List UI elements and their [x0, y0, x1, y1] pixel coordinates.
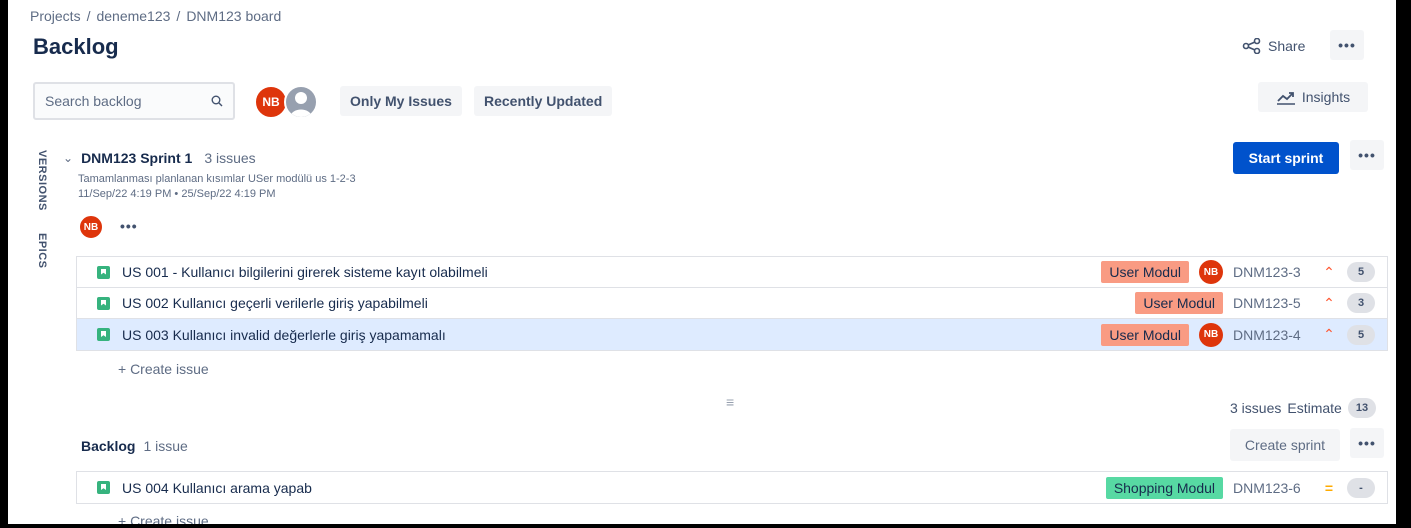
start-sprint-button[interactable]: Start sprint	[1233, 142, 1339, 174]
sprint-dates: 11/Sep/22 4:19 PM • 25/Sep/22 4:19 PM	[78, 188, 276, 200]
drag-handle-icon[interactable]: ≡	[726, 394, 734, 410]
priority-medium-icon: =	[1324, 479, 1334, 496]
backlog-page: Projects / deneme123 / DNM123 board Backlog …	[8, 0, 1396, 524]
create-sprint-button[interactable]: Create sprint	[1230, 429, 1340, 461]
epic-label[interactable]: User Modul	[1101, 323, 1189, 346]
issue-key[interactable]: DNM123-5	[1233, 295, 1311, 311]
search-input[interactable]	[45, 93, 195, 109]
create-issue-button[interactable]: + Create issue	[118, 513, 209, 524]
avatar-filter-unassigned[interactable]	[284, 85, 318, 119]
assignee-avatar[interactable]: NB	[1199, 260, 1223, 284]
backlog-issue-count: 1 issue	[143, 438, 188, 454]
breadcrumb-separator: /	[86, 8, 91, 24]
breadcrumb-projects[interactable]: Projects	[30, 8, 81, 24]
sprint-name: DNM123 Sprint 1	[81, 150, 193, 166]
create-issue-button[interactable]: + Create issue	[118, 361, 209, 377]
sprint-issue-list: US 001 - Kullanıcı bilgilerini girerek s…	[76, 256, 1388, 351]
backlog-more-button[interactable]: •••	[1350, 428, 1384, 458]
priority-high-icon: ⌃	[1323, 263, 1335, 280]
side-tab-versions[interactable]: VERSIONS	[36, 150, 48, 211]
side-tab-epics[interactable]: EPICS	[36, 233, 48, 269]
sprint-footer: 3 issues Estimate 13	[1230, 398, 1377, 418]
more-actions-button[interactable]: •••	[1330, 30, 1364, 60]
sprint-more-button[interactable]: •••	[1350, 140, 1384, 170]
user-icon	[290, 92, 312, 117]
share-label: Share	[1268, 38, 1306, 54]
story-icon	[97, 265, 110, 279]
sprint-footer-estimate-label: Estimate	[1287, 400, 1342, 416]
story-icon	[97, 296, 110, 310]
share-icon	[1242, 38, 1261, 54]
filter-only-my-issues[interactable]: Only My Issues	[340, 86, 462, 116]
backlog-header: Backlog 1 issue	[81, 438, 188, 454]
story-points[interactable]: -	[1347, 477, 1375, 498]
issue-summary: US 004 Kullanıcı arama yapab	[122, 479, 312, 496]
priority-high-icon: ⌃	[1323, 326, 1335, 342]
insights-icon	[1276, 92, 1295, 105]
issue-key[interactable]: DNM123-3	[1233, 264, 1311, 280]
insights-label: Insights	[1301, 89, 1351, 105]
search-box[interactable]	[33, 82, 235, 120]
breadcrumb-project[interactable]: deneme123	[96, 8, 170, 24]
sprint-goal: Tamamlanması planlanan kısımlar USer mod…	[78, 173, 356, 185]
sprint-footer-count: 3 issues	[1230, 400, 1282, 416]
table-row[interactable]: US 002 Kullanıcı geçerli verilerle giriş…	[77, 288, 1387, 319]
story-points[interactable]: 3	[1347, 293, 1375, 313]
breadcrumb: Projects / deneme123 / DNM123 board	[30, 8, 281, 24]
story-icon	[97, 481, 110, 494]
table-row[interactable]: US 001 - Kullanıcı bilgilerini girerek s…	[77, 257, 1387, 288]
backlog-title: Backlog	[81, 438, 136, 454]
avatar-filter-nb[interactable]: NB	[254, 85, 288, 119]
sprint-header[interactable]: ⌄ DNM123 Sprint 1 3 issues	[63, 150, 256, 166]
filter-recently-updated[interactable]: Recently Updated	[474, 86, 613, 116]
sprint-avatar[interactable]: NB	[78, 214, 104, 240]
chevron-down-icon[interactable]: ⌄	[63, 151, 73, 165]
story-icon	[97, 328, 110, 341]
share-button[interactable]: Share	[1236, 32, 1311, 60]
story-points[interactable]: 5	[1347, 324, 1375, 345]
priority-high-icon: ⌃	[1323, 294, 1335, 311]
page-title: Backlog	[33, 34, 119, 59]
story-points[interactable]: 5	[1347, 262, 1375, 282]
breadcrumb-board[interactable]: DNM123 board	[186, 8, 281, 24]
insights-button[interactable]: Insights	[1258, 82, 1368, 112]
table-row[interactable]: US 004 Kullanıcı arama yapab Shopping Mo…	[77, 472, 1387, 503]
epic-label[interactable]: User Modul	[1101, 261, 1189, 283]
breadcrumb-separator: /	[176, 8, 181, 24]
epic-label[interactable]: User Modul	[1135, 292, 1223, 314]
table-row[interactable]: US 003 Kullanıcı invalid değerlerle giri…	[77, 319, 1387, 350]
backlog-issue-list: US 004 Kullanıcı arama yapab Shopping Mo…	[76, 471, 1388, 504]
sprint-estimate-total: 13	[1347, 398, 1377, 418]
issue-summary: US 001 - Kullanıcı bilgilerini girerek s…	[122, 264, 488, 280]
issue-key[interactable]: DNM123-4	[1233, 327, 1311, 343]
epic-label[interactable]: Shopping Modul	[1105, 476, 1223, 499]
issue-key[interactable]: DNM123-6	[1233, 480, 1311, 496]
issue-summary: US 002 Kullanıcı geçerli verilerle giriş…	[122, 295, 428, 311]
search-icon	[211, 95, 223, 107]
sprint-issue-count: 3 issues	[204, 150, 256, 166]
assignee-avatar[interactable]: NB	[1199, 322, 1223, 347]
sprint-avatar-more[interactable]: •••	[120, 218, 138, 234]
issue-summary: US 003 Kullanıcı invalid değerlerle giri…	[122, 326, 446, 343]
